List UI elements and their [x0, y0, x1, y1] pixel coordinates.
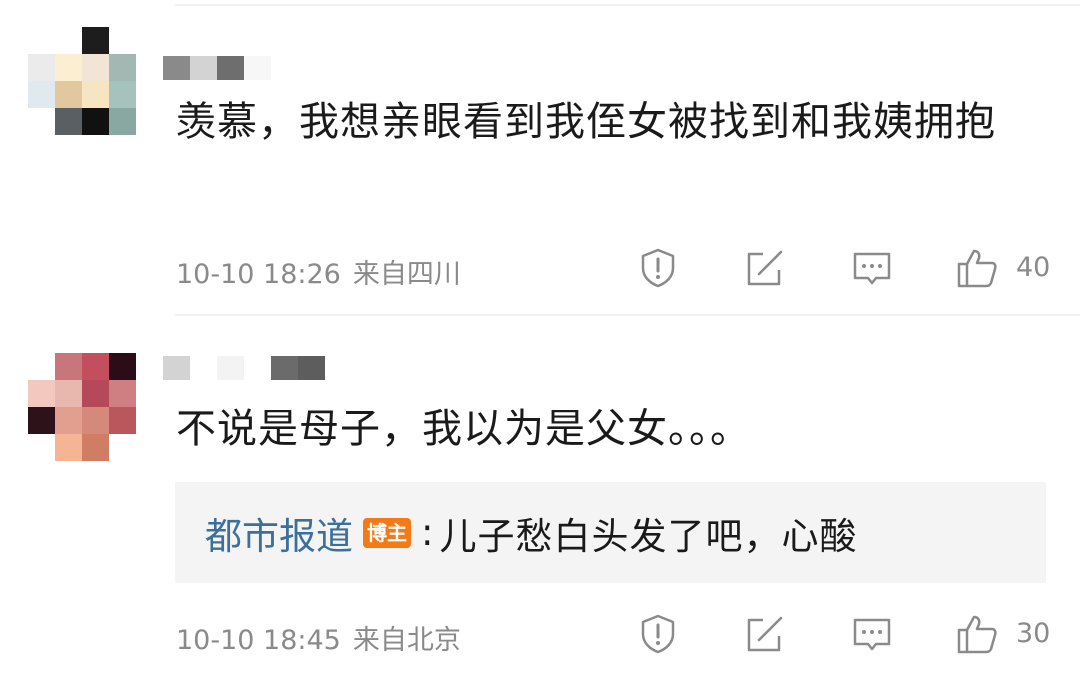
comment-meta: 10-10 18:26 来自四川 — [176, 252, 461, 291]
avatar-pixel — [28, 434, 55, 461]
username-pixel — [190, 56, 217, 80]
username[interactable] — [163, 56, 271, 80]
share-icon — [747, 616, 783, 652]
comment-time: 10-10 18:26 — [176, 259, 341, 290]
like-icon — [957, 249, 997, 288]
comment-item: 羡慕，我想亲眼看到我侄女被找到和我姨拥抱 10-10 18:26 来自四川 40 — [0, 0, 1080, 314]
username[interactable] — [163, 356, 325, 380]
avatar-pixel — [82, 54, 109, 81]
avatar-pixel — [109, 434, 136, 461]
like-button[interactable] — [955, 246, 999, 290]
avatar-pixel — [109, 81, 136, 108]
comment-list: 羡慕，我想亲眼看到我侄女被找到和我姨拥抱 10-10 18:26 来自四川 40… — [0, 0, 1080, 682]
avatar-pixel — [82, 407, 109, 434]
like-icon — [957, 615, 997, 654]
comment-item: 不说是母子，我以为是父女。。。 都市报道 博主 : 儿子愁白头发了吧，心酸 10… — [0, 316, 1080, 682]
like-count: 40 — [1016, 252, 1051, 283]
avatar-pixel — [28, 108, 55, 135]
avatar-pixel — [109, 54, 136, 81]
avatar-pixel — [55, 108, 82, 135]
avatar-pixel — [55, 54, 82, 81]
avatar-pixel — [55, 353, 82, 380]
avatar-pixel — [82, 81, 109, 108]
avatar-pixel — [28, 81, 55, 108]
share-button[interactable] — [743, 246, 787, 290]
avatar-pixel — [109, 108, 136, 135]
avatar-pixel — [109, 353, 136, 380]
avatar-pixel — [82, 108, 109, 135]
avatar-pixel — [82, 380, 109, 407]
avatar-pixel — [82, 353, 109, 380]
comment-time: 10-10 18:45 — [176, 625, 341, 656]
username-pixel — [163, 56, 190, 80]
like-button[interactable] — [955, 612, 999, 656]
username-pixel — [217, 56, 244, 80]
report-icon — [641, 248, 675, 288]
reply-separator: : — [421, 511, 434, 554]
reply-text: 儿子愁白头发了吧，心酸 — [439, 514, 858, 558]
comment-location: 来自北京 — [352, 625, 461, 656]
comment-icon — [853, 618, 891, 651]
comment-icon — [853, 252, 891, 285]
blogger-badge: 博主 — [363, 517, 411, 548]
avatar-pixel — [55, 407, 82, 434]
avatar-pixel — [55, 380, 82, 407]
username-pixel — [244, 56, 271, 80]
avatar-pixel — [28, 27, 55, 54]
username-pixel — [298, 356, 325, 380]
comment-text: 不说是母子，我以为是父女。。。 — [176, 406, 751, 452]
like-count: 30 — [1016, 618, 1051, 649]
avatar-pixel — [109, 407, 136, 434]
comment-location: 来自四川 — [352, 259, 461, 290]
avatar-pixel — [28, 353, 55, 380]
avatar-pixel — [55, 434, 82, 461]
report-button[interactable] — [636, 246, 680, 290]
avatar-pixel — [82, 434, 109, 461]
avatar-pixel — [28, 407, 55, 434]
report-button[interactable] — [636, 612, 680, 656]
username-pixel — [244, 356, 271, 380]
avatar[interactable] — [28, 353, 136, 461]
avatar[interactable] — [28, 27, 136, 135]
comment-button[interactable] — [850, 612, 894, 656]
comment-button[interactable] — [850, 246, 894, 290]
username-pixel — [271, 356, 298, 380]
avatar-pixel — [55, 27, 82, 54]
avatar-pixel — [28, 54, 55, 81]
avatar-pixel — [82, 27, 109, 54]
username-pixel — [217, 356, 244, 380]
username-pixel — [190, 356, 217, 380]
comment-text: 羡慕，我想亲眼看到我侄女被找到和我姨拥抱 — [176, 99, 996, 145]
reply-preview[interactable]: 都市报道 博主 : 儿子愁白头发了吧，心酸 — [175, 482, 1046, 583]
avatar-pixel — [109, 380, 136, 407]
avatar-pixel — [109, 27, 136, 54]
reply-author-link[interactable]: 都市报道 — [205, 506, 353, 560]
comment-meta: 10-10 18:45 来自北京 — [176, 618, 461, 657]
share-icon — [747, 250, 783, 286]
avatar-pixel — [28, 380, 55, 407]
username-pixel — [163, 356, 190, 380]
share-button[interactable] — [743, 612, 787, 656]
report-icon — [641, 614, 675, 654]
avatar-pixel — [55, 81, 82, 108]
